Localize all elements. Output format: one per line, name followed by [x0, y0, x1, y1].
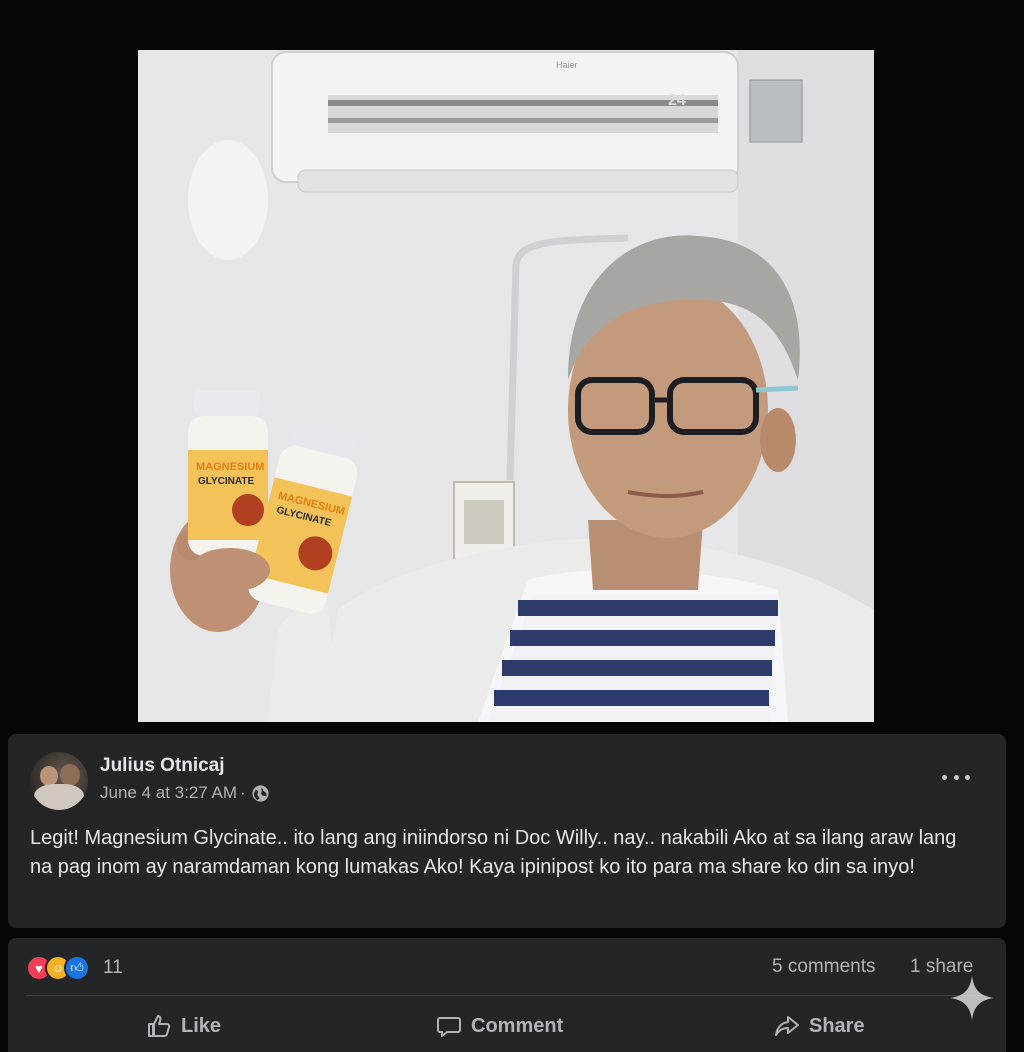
bottle-name: GLYCINATE: [198, 476, 254, 487]
comments-count[interactable]: 5 comments: [772, 956, 875, 978]
author-name[interactable]: Julius Otnicaj: [100, 755, 225, 777]
comment-button[interactable]: Comment: [436, 1008, 563, 1044]
air-conditioner: 24 Haier: [271, 51, 739, 193]
divider: [26, 995, 988, 996]
timestamp[interactable]: June 4 at 3:27 AM: [100, 783, 237, 803]
like-icon: 👍︎: [64, 955, 90, 981]
globe-icon[interactable]: [251, 784, 270, 803]
post-text: Legit! Magnesium Glycinate.. ito lang an…: [30, 827, 957, 878]
sparkle-icon: [950, 976, 994, 1020]
facebook-post-screenshot: 24 Haier MAGNESIUM GLYCINATE MAGNESIUM G…: [0, 0, 1024, 1052]
like-label: Like: [181, 1014, 222, 1037]
post-card: Julius Otnicaj June 4 at 3:27 AM · Legit…: [8, 734, 1006, 928]
comment-label: Comment: [471, 1014, 564, 1037]
thumbs-up-icon: [148, 1015, 171, 1037]
post-footer: ♥ ☺ 👍︎ 11 5 comments 1 share Like Commen…: [8, 938, 1006, 1052]
bottle-brand: MAGNESIUM: [196, 461, 264, 473]
reaction-count: 11: [103, 957, 123, 978]
meta-separator: ·: [240, 783, 246, 802]
share-icon: [775, 1016, 799, 1036]
share-button[interactable]: Share: [774, 1008, 865, 1044]
photo-illustration: 24 Haier MAGNESIUM GLYCINATE MAGNESIUM G…: [138, 50, 874, 722]
share-label: Share: [809, 1014, 865, 1037]
more-horizontal-icon[interactable]: [942, 770, 970, 784]
like-button[interactable]: Like: [146, 1008, 221, 1044]
post-meta: June 4 at 3:27 AM ·: [100, 783, 270, 803]
ac-display: 24: [668, 92, 686, 109]
svg-text:Haier: Haier: [556, 60, 578, 70]
action-bar: Like Comment Share: [8, 1008, 1006, 1044]
comment-icon: [437, 1017, 461, 1037]
avatar[interactable]: [30, 752, 88, 810]
post-photo[interactable]: 24 Haier MAGNESIUM GLYCINATE MAGNESIUM G…: [138, 50, 874, 722]
reactions-summary[interactable]: ♥ ☺ 👍︎ 11: [26, 955, 123, 981]
